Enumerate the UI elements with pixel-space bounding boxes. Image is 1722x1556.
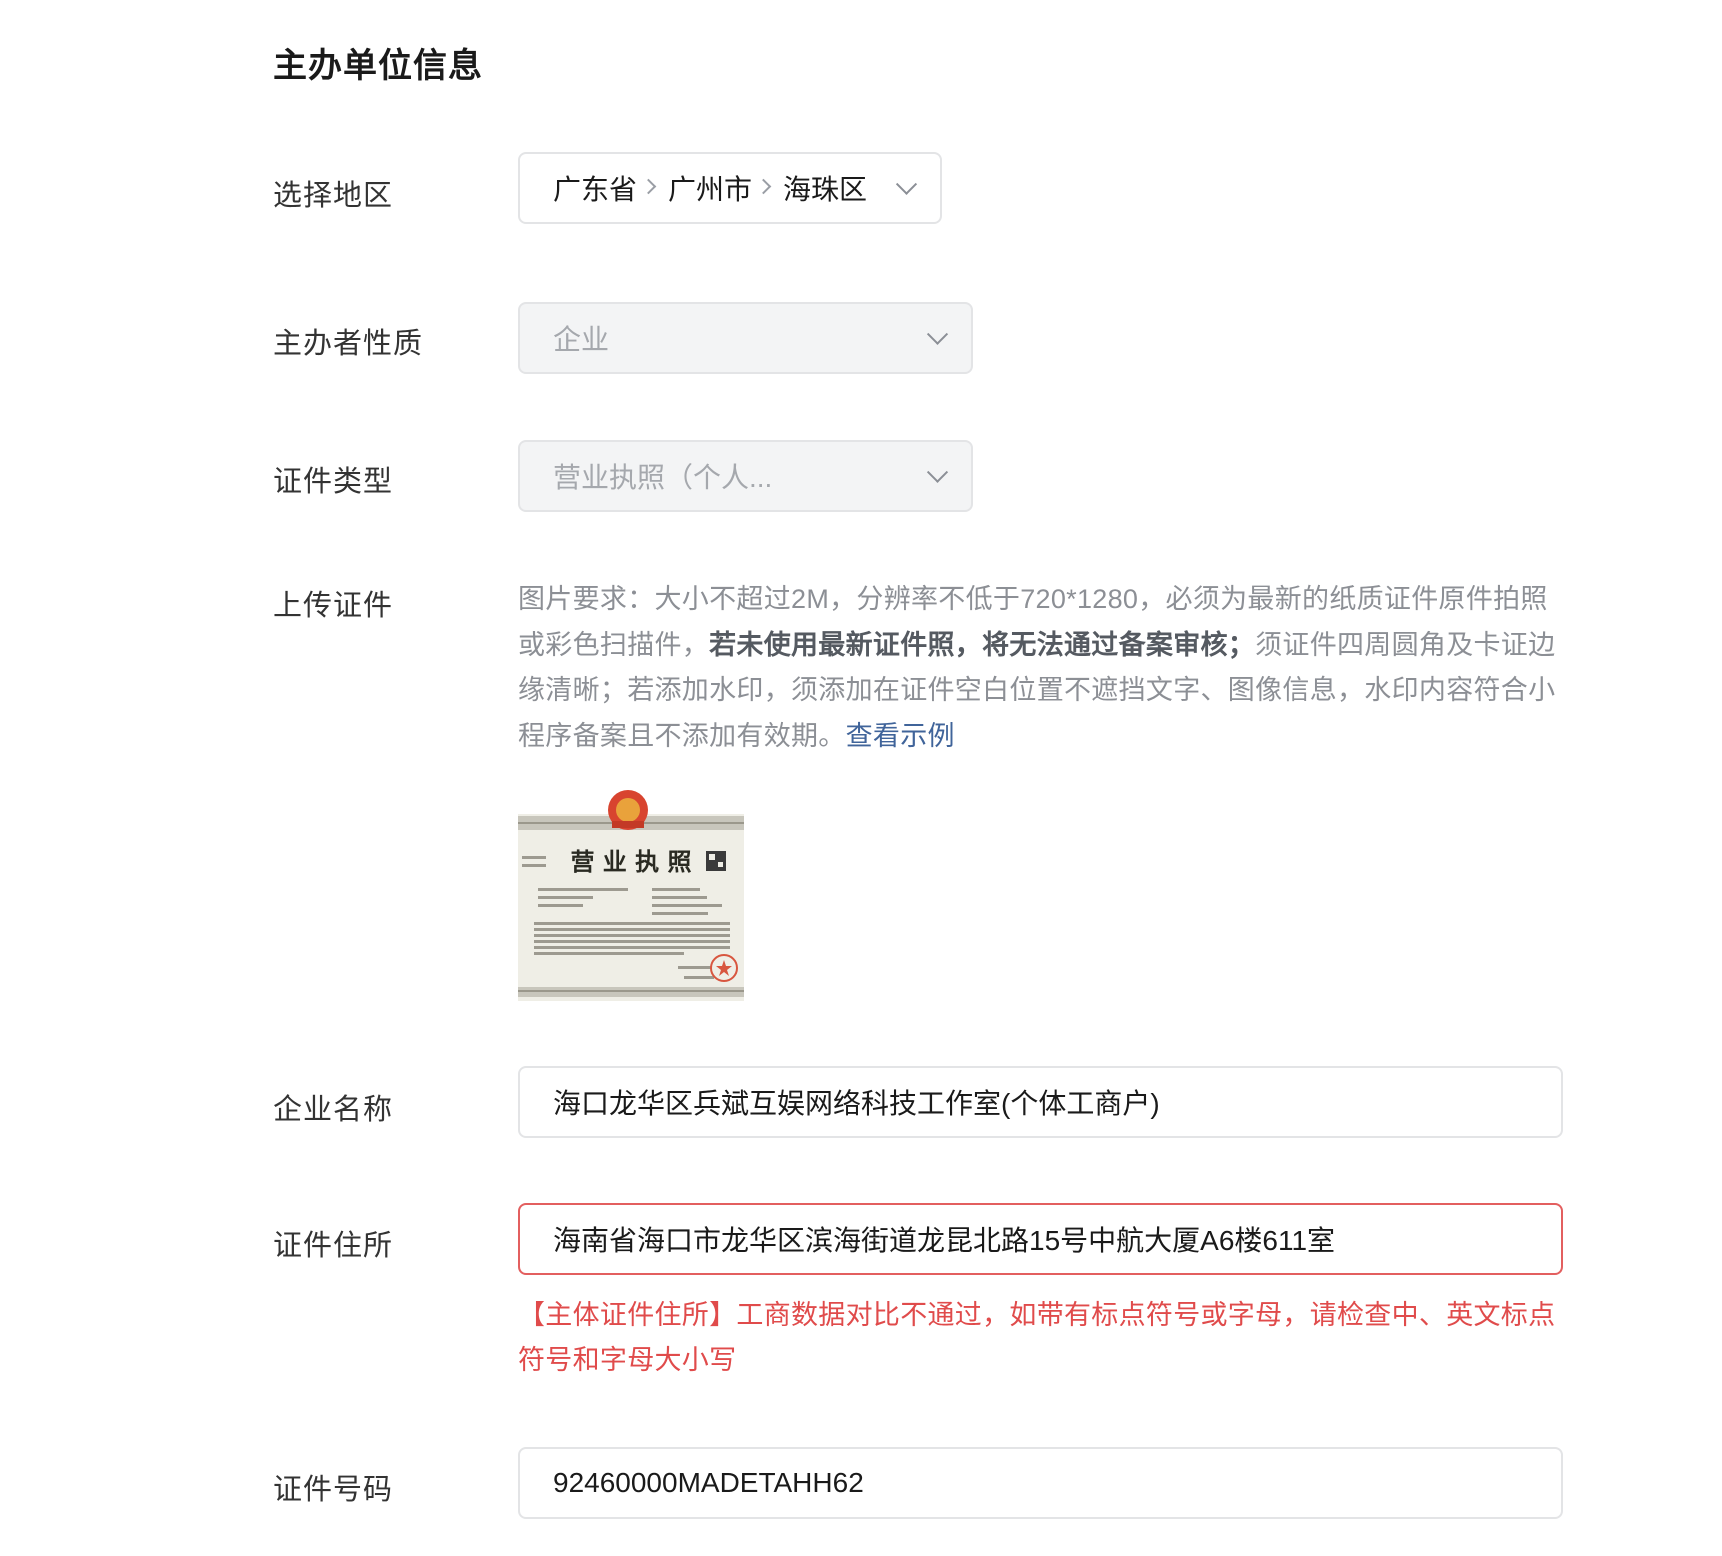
company-name-label: 企业名称 <box>273 1094 394 1126</box>
organizer-nature-label: 主办者性质 <box>273 328 424 360</box>
cert-address-input[interactable]: 海南省海口市龙华区滨海街道龙昆北路15号中航大厦A6楼611室 <box>518 1203 1563 1275</box>
license-title: 营 业 执 照 <box>570 847 691 876</box>
city-value: 广州市 <box>668 174 753 205</box>
region-label: 选择地区 <box>273 180 394 212</box>
province-value: 广东省 <box>553 174 638 205</box>
region-select[interactable]: 广东省 广州市 海珠区 <box>518 152 942 224</box>
cert-address-value: 海南省海口市龙华区滨海街道龙昆北路15号中航大厦A6楼611室 <box>553 1225 1336 1256</box>
breadcrumb-separator-icon <box>640 178 657 194</box>
business-license-thumbnail[interactable]: 营 业 执 照 <box>518 776 744 1001</box>
chevron-down-icon <box>895 173 918 195</box>
breadcrumb-separator-icon <box>755 178 772 194</box>
company-name-value: 海口龙华区兵斌互娱网络科技工作室(个体工商户) <box>553 1088 1160 1119</box>
upload-requirements: 图片要求：大小不超过2M，分辨率不低于720*1280，必须为最新的纸质证件原件… <box>518 577 1563 759</box>
chevron-down-icon <box>926 323 949 345</box>
cert-type-select[interactable]: 营业执照（个人... <box>518 440 973 512</box>
district-value: 海珠区 <box>783 174 868 205</box>
organizer-nature-select[interactable]: 企业 <box>518 302 973 374</box>
cert-address-label: 证件住所 <box>273 1230 394 1262</box>
upload-label: 上传证件 <box>273 590 394 622</box>
cert-number-input[interactable]: 92460000MADETAHH62 <box>518 1447 1563 1519</box>
cert-type-value: 营业执照（个人... <box>553 462 773 493</box>
chevron-down-icon <box>926 461 949 483</box>
section-title: 主办单位信息 <box>273 47 483 85</box>
business-license-image: 营 业 执 照 <box>518 790 744 1001</box>
cert-address-error: 【主体证件住所】工商数据对比不通过，如带有标点符号或字母，请检查中、英文标点符号… <box>518 1300 1556 1375</box>
cert-number-label: 证件号码 <box>273 1474 394 1506</box>
cert-type-label: 证件类型 <box>273 466 394 498</box>
organizer-nature-value: 企业 <box>553 324 610 355</box>
company-name-input[interactable]: 海口龙华区兵斌互娱网络科技工作室(个体工商户) <box>518 1066 1563 1138</box>
upload-requirements-warning: 若未使用最新证件照，将无法通过备案审核； <box>709 629 1256 660</box>
view-example-link[interactable]: 查看示例 <box>846 721 955 751</box>
cert-number-value: 92460000MADETAHH62 <box>553 1467 864 1498</box>
